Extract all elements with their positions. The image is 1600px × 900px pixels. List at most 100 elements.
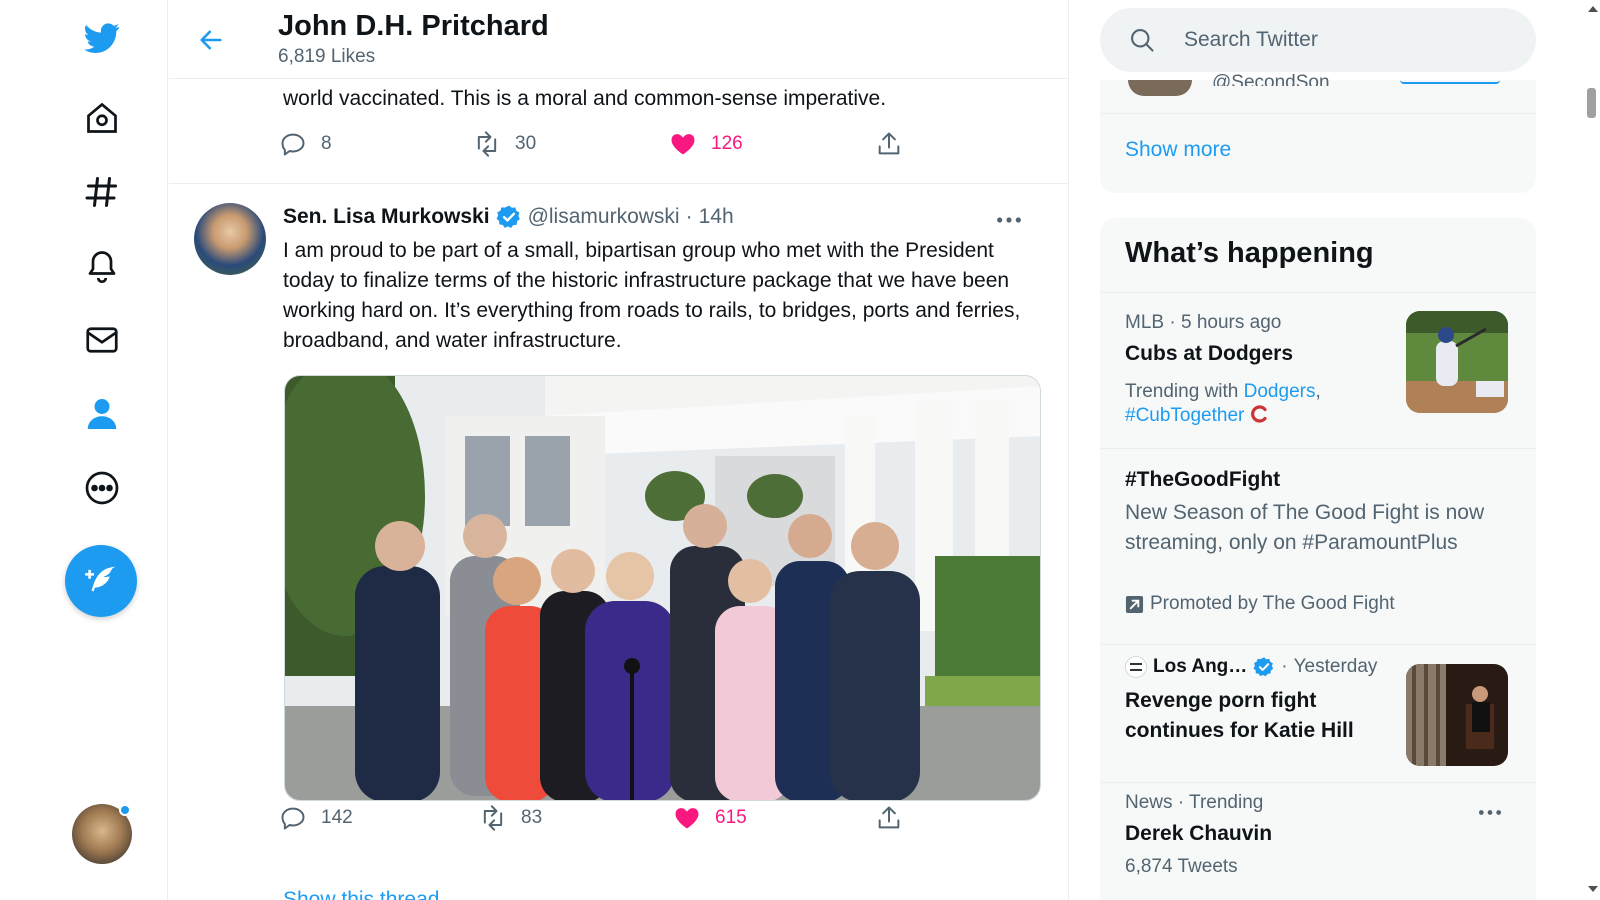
tweet-photo[interactable]	[284, 375, 1041, 801]
trending-with-label: Trending with	[1125, 381, 1239, 402]
tweet-actions: 8 30 126	[279, 130, 939, 170]
share-icon	[878, 132, 900, 155]
news-photo-illustration	[1406, 664, 1508, 766]
news-thumbnail	[1406, 664, 1508, 766]
panel-divider	[1100, 292, 1536, 293]
trends-title: What’s happening	[1125, 237, 1374, 269]
like-count: 126	[711, 133, 743, 154]
tweet-text: I am proud to be part of a small, bipart…	[283, 239, 1021, 352]
scroll-down-arrow-icon[interactable]	[1588, 886, 1598, 892]
home-icon[interactable]	[76, 92, 128, 144]
explore-hashtag-icon[interactable]	[76, 166, 128, 218]
trend-link-dodgers[interactable]: Dodgers	[1244, 381, 1316, 402]
heart-filled-icon	[671, 134, 695, 155]
show-thread-link[interactable]: Show this thread	[283, 888, 439, 900]
meta-separator: ·	[1281, 656, 1288, 677]
promoted-arrow-icon	[1125, 595, 1144, 613]
news-meta: Los Ang… · Yesterday	[1125, 656, 1377, 678]
author-name[interactable]: Sen. Lisa Murkowski	[283, 205, 490, 229]
trend-more-button[interactable]	[1470, 800, 1510, 824]
tweet-actions: 142 83 615	[279, 804, 939, 844]
main-column: John D.H. Pritchard 6,819 Likes world va…	[169, 0, 1069, 900]
reply-button[interactable]: 8	[279, 130, 332, 158]
trend-description: New Season of The Good Fight is now stre…	[1125, 501, 1485, 554]
trend-link-cubtogether[interactable]: #CubTogether	[1125, 405, 1244, 426]
meta-separator: ·	[1169, 312, 1176, 333]
profile-person-icon[interactable]	[76, 388, 128, 440]
reply-icon	[281, 133, 305, 156]
tweet-divider	[169, 183, 1068, 184]
scroll-up-arrow-icon[interactable]	[1588, 6, 1598, 12]
notification-dot	[119, 804, 131, 816]
share-button[interactable]	[875, 130, 903, 158]
profile-header: John D.H. Pritchard 6,819 Likes	[169, 0, 1068, 79]
trend-meta: News · Trending	[1125, 792, 1264, 813]
right-sidebar: @SecondSon Show more What’s happening ML…	[1100, 0, 1536, 900]
share-button[interactable]	[875, 804, 903, 832]
like-count: 615	[715, 807, 747, 828]
tweet-text: world vaccinated. This is a moral and co…	[283, 87, 887, 110]
reply-button[interactable]: 142	[279, 804, 353, 832]
retweet-button[interactable]: 83	[479, 804, 542, 832]
news-source: Los Ang…	[1153, 656, 1248, 677]
follow-button[interactable]	[1400, 80, 1500, 84]
twitter-logo-icon[interactable]	[76, 12, 128, 64]
author-handle[interactable]: @lisamurkowski	[528, 205, 680, 229]
messages-envelope-icon[interactable]	[76, 314, 128, 366]
group-photo-illustration	[285, 376, 1040, 800]
promoted-by-text: Promoted by The Good Fight	[1150, 593, 1395, 614]
retweet-button[interactable]: 30	[473, 130, 536, 158]
retweet-icon	[477, 131, 497, 157]
retweet-count: 83	[521, 807, 543, 828]
back-arrow-icon	[200, 30, 222, 50]
trend-time: 5 hours ago	[1180, 312, 1282, 333]
page-scrollbar[interactable]	[1584, 0, 1600, 900]
reply-count: 142	[321, 807, 353, 828]
like-button[interactable]: 615	[673, 804, 747, 832]
like-button[interactable]: 126	[669, 130, 743, 158]
whats-happening-panel: What’s happening MLB · 5 hours ago Cubs …	[1100, 218, 1536, 900]
scroll-thumb[interactable]	[1587, 88, 1596, 118]
share-icon	[878, 806, 900, 829]
verified-badge-icon	[496, 205, 520, 228]
tweet-more-button[interactable]	[989, 206, 1029, 234]
trend-meta: MLB · 5 hours ago	[1125, 312, 1281, 334]
cubs-logo-icon	[1250, 405, 1267, 423]
more-dots-icon	[1478, 809, 1502, 815]
news-time: Yesterday	[1293, 656, 1378, 677]
left-navigation	[0, 0, 168, 900]
verified-badge-icon	[1253, 657, 1274, 677]
show-more-link[interactable]: Show more	[1125, 138, 1231, 162]
reply-icon	[281, 807, 305, 830]
tweet-time[interactable]: 14h	[699, 205, 734, 229]
notifications-bell-icon[interactable]	[76, 240, 128, 292]
panel-divider	[1100, 644, 1536, 645]
trend-title: Cubs at Dodgers	[1125, 342, 1294, 365]
trend-title: #TheGoodFight	[1125, 468, 1281, 491]
more-circle-icon[interactable]	[76, 462, 128, 514]
trend-tweet-count: 6,874 Tweets	[1125, 856, 1238, 877]
search-icon	[1131, 29, 1154, 52]
compose-feather-icon	[85, 566, 116, 592]
trend-category: MLB	[1125, 312, 1165, 333]
trend-trending-with: Trending with Dodgers, #CubTogether	[1125, 380, 1405, 428]
retweet-count: 30	[515, 133, 537, 154]
suggested-user-handle[interactable]: @SecondSon	[1212, 72, 1330, 86]
trend-comma: ,	[1315, 381, 1321, 402]
who-to-follow-panel: @SecondSon Show more	[1100, 72, 1536, 193]
panel-divider	[1100, 782, 1536, 783]
trend-title: Derek Chauvin	[1125, 822, 1273, 845]
suggested-user-avatar[interactable]	[1128, 80, 1192, 96]
heart-filled-icon	[675, 808, 699, 829]
back-button[interactable]	[191, 20, 231, 60]
page-title: John D.H. Pritchard	[278, 10, 549, 42]
author-avatar[interactable]	[194, 203, 266, 275]
retweet-icon	[483, 805, 503, 831]
tweet-header: Sen. Lisa Murkowski @lisamurkowski · 14h	[283, 204, 734, 230]
news-headline: Revenge porn fight continues for Katie H…	[1125, 689, 1354, 742]
compose-tweet-button[interactable]	[65, 545, 137, 617]
search-bar[interactable]	[1100, 8, 1536, 72]
panel-divider	[1100, 448, 1536, 449]
likes-count: 6,819 Likes	[278, 46, 376, 67]
search-input[interactable]	[1184, 8, 1514, 72]
